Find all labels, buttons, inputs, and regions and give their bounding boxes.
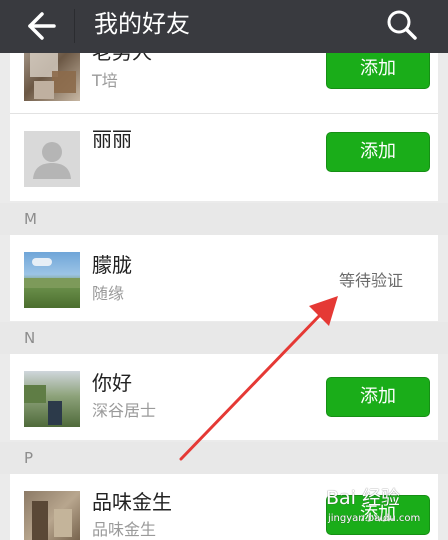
friend-row[interactable]: 你好 深谷居士 添加 (10, 354, 438, 440)
watermark-logo: Bai 经验 (326, 487, 400, 509)
friend-subtitle: 深谷居士 (92, 401, 157, 420)
friends-page: 我的好友 老男人 T培 添加 丽丽 添加 (0, 0, 448, 540)
friend-subtitle: 品味金生 (92, 520, 157, 539)
avatar (24, 53, 80, 101)
friend-name: 老男人 (92, 53, 152, 64)
avatar (24, 252, 80, 308)
avatar (24, 371, 80, 427)
search-icon[interactable] (382, 6, 422, 46)
top-bar: 我的好友 (0, 0, 448, 53)
avatar (24, 131, 80, 187)
watermark-url: jingyan.baidu.com (328, 513, 421, 524)
arrow-left-icon[interactable] (18, 6, 60, 46)
friend-name: 你好 (92, 371, 132, 395)
default-avatar-icon (33, 142, 71, 179)
section-header-p: P (0, 442, 448, 474)
friend-card-group-2: 朦胧 随缘 等待验证 (10, 235, 438, 321)
friend-row[interactable]: 老男人 T培 添加 (10, 53, 438, 114)
friend-name: 朦胧 (92, 253, 132, 277)
topbar-divider (74, 9, 75, 43)
friend-name: 丽丽 (92, 127, 132, 151)
friend-row[interactable]: 丽丽 添加 (10, 114, 438, 200)
friend-name: 品味金生 (92, 490, 172, 514)
friend-subtitle: 随缘 (92, 284, 125, 303)
baidu-watermark: Bai 经验 jingyan.baidu.com (322, 486, 436, 536)
section-header-m: M (0, 203, 448, 235)
avatar (24, 491, 80, 540)
friend-card-group-3: 你好 深谷居士 添加 (10, 354, 438, 440)
pending-verification-status: 等待验证 (339, 271, 404, 290)
page-title: 我的好友 (94, 10, 190, 38)
section-header-n: N (0, 322, 448, 354)
friend-subtitle: T培 (92, 71, 118, 90)
friend-row[interactable]: 朦胧 随缘 等待验证 (10, 235, 438, 321)
add-button[interactable]: 添加 (326, 53, 430, 89)
add-button[interactable]: 添加 (326, 377, 430, 417)
add-button[interactable]: 添加 (326, 132, 430, 172)
friend-card-group-1: 老男人 T培 添加 丽丽 添加 (10, 53, 438, 201)
